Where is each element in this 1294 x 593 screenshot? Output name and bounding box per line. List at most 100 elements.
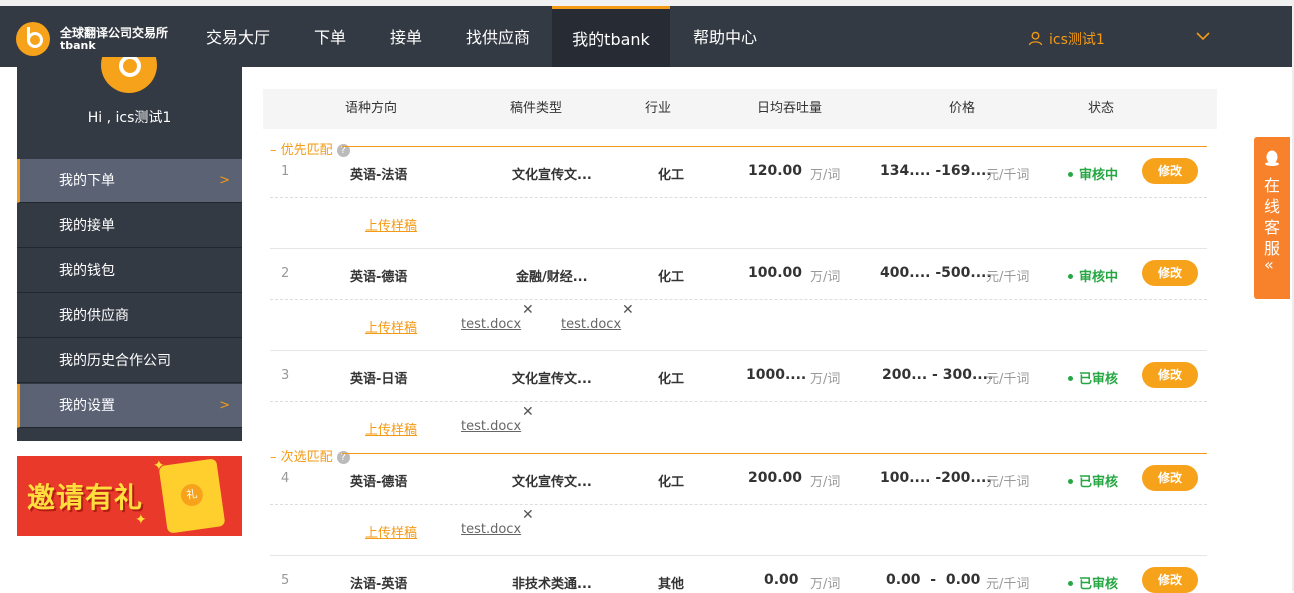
greeting: Hi , ics测试1 [87, 110, 172, 126]
row-index: 5 [281, 573, 290, 588]
row-price-unit: 元/千词 [986, 577, 1030, 592]
row-price-unit: 元/千词 [986, 475, 1030, 490]
row-language: 英语-德语 [350, 270, 408, 285]
avatar [101, 57, 157, 93]
row-language: 英语-法语 [350, 168, 408, 183]
row-industry: 化工 [658, 475, 685, 490]
row-divider [270, 555, 1207, 556]
banner-text: 邀请有礼 [27, 481, 144, 514]
sidebar-item-my-settings[interactable]: 我的设置 > [17, 384, 242, 428]
row-doc-type: 金融/财经... [516, 270, 588, 285]
status-badge: 已审核 [1068, 573, 1118, 592]
edit-button[interactable]: 修改 [1142, 158, 1198, 184]
row-doc-type: 文化宣传文... [512, 372, 592, 387]
row-throughput: 100.00 [748, 265, 803, 281]
upload-sample-link[interactable]: 上传样稿 [365, 215, 417, 234]
row-industry: 化工 [658, 372, 685, 387]
status-badge: 审核中 [1068, 164, 1118, 183]
row-throughput-unit: 万/词 [810, 168, 841, 183]
col-price: 价格 [949, 101, 976, 116]
upload-sample-link[interactable]: 上传样稿 [365, 419, 417, 438]
row-divider [270, 197, 1207, 198]
row-language: 英语-德语 [350, 475, 408, 490]
nav-item-my-tbank[interactable]: 我的tbank [552, 6, 670, 67]
sparkle-icon: ✦ [135, 512, 147, 528]
sidebar-item-label: 我的钱包 [59, 263, 115, 279]
nav-item-help[interactable]: 帮助中心 [680, 6, 770, 67]
col-status: 状态 [1088, 101, 1115, 116]
brand-name-en: tbank [60, 39, 96, 52]
close-icon[interactable]: ✕ [522, 507, 534, 523]
row-price: 200... - 300.... [882, 367, 994, 383]
tbank-logo-icon[interactable] [16, 22, 50, 56]
group-divider [342, 453, 1207, 454]
sidebar-item-label: 我的下单 [59, 173, 115, 189]
sidebar-item-my-wallet[interactable]: 我的钱包 [17, 249, 242, 293]
edit-button[interactable]: 修改 [1142, 567, 1198, 593]
row-price: 100.... -200.... [880, 470, 992, 486]
row-divider [270, 248, 1207, 249]
file-link[interactable]: test.docx [461, 317, 521, 332]
upload-sample-link[interactable]: 上传样稿 [365, 522, 417, 541]
sidebar-item-label: 我的接单 [59, 218, 115, 234]
nav-item-find-supplier[interactable]: 找供应商 [452, 6, 544, 67]
row-throughput: 200.00 [748, 470, 803, 486]
row-divider [270, 350, 1207, 351]
group-divider [342, 146, 1207, 147]
row-throughput: 1000.... [746, 367, 807, 383]
file-link[interactable]: test.docx [461, 419, 521, 434]
nav-item-trading-hall[interactable]: 交易大厅 [192, 6, 284, 67]
online-service-label: 在线客服 [1263, 176, 1280, 258]
row-throughput: 120.00 [748, 163, 803, 179]
user-icon [1028, 31, 1043, 46]
edit-button[interactable]: 修改 [1142, 465, 1198, 491]
row-industry: 其他 [658, 577, 685, 592]
row-divider [270, 401, 1207, 402]
double-chevron-left-icon: « [1264, 255, 1274, 274]
row-throughput-unit: 万/词 [810, 577, 841, 592]
sidebar-item-my-accepted[interactable]: 我的接单 [17, 204, 242, 248]
edit-button[interactable]: 修改 [1142, 260, 1198, 286]
file-link[interactable]: test.docx [461, 522, 521, 537]
chevron-right-icon: > [219, 173, 230, 188]
online-service-tab[interactable]: 在线客服 « [1254, 137, 1290, 299]
close-icon[interactable]: ✕ [522, 302, 534, 318]
chevron-down-icon[interactable] [1196, 31, 1210, 41]
row-price: 400.... -500.... [880, 265, 992, 281]
sidebar-item-history-partners[interactable]: 我的历史合作公司 [17, 339, 242, 383]
sidebar-item-my-orders[interactable]: 我的下单 > [17, 159, 242, 203]
row-price-unit: 元/千词 [986, 372, 1030, 387]
close-icon[interactable]: ✕ [522, 404, 534, 420]
row-divider [270, 299, 1207, 300]
row-price-unit: 元/千词 [986, 270, 1030, 285]
chevron-right-icon: > [219, 398, 230, 413]
sidebar-item-label: 我的历史合作公司 [59, 353, 171, 369]
user-menu[interactable]: ics测试1 [1028, 29, 1105, 49]
user-name: ics测试1 [1049, 32, 1105, 48]
status-badge: 已审核 [1068, 368, 1118, 387]
envelope-seal: 礼 [179, 482, 205, 508]
red-envelope-icon: 礼 [158, 458, 226, 534]
row-price: 0.00 - 0.00 [886, 572, 981, 588]
sidebar: Hi , ics测试1 我的下单 > 我的接单 我的钱包 我的供应商 我的历史合… [17, 57, 242, 441]
row-price-unit: 元/千词 [986, 168, 1030, 183]
upload-sample-link[interactable]: 上传样稿 [365, 317, 417, 336]
close-icon[interactable]: ✕ [622, 302, 634, 318]
sidebar-item-my-suppliers[interactable]: 我的供应商 [17, 294, 242, 338]
invite-banner[interactable]: 邀请有礼 ✦ ✦ 礼 [17, 456, 242, 536]
row-index: 2 [281, 266, 290, 281]
row-price: 134.... -169.... [880, 163, 992, 179]
file-link[interactable]: test.docx [561, 317, 621, 332]
col-language: 语种方向 [345, 101, 398, 116]
group-label-secondary: – 次选匹配? [270, 446, 350, 465]
col-doc-type: 稿件类型 [510, 101, 563, 116]
row-throughput: 0.00 [764, 572, 799, 588]
row-throughput-unit: 万/词 [810, 270, 841, 285]
qq-penguin-icon [1265, 150, 1279, 166]
row-index: 3 [281, 368, 290, 383]
edit-button[interactable]: 修改 [1142, 362, 1198, 388]
nav-item-accept[interactable]: 接单 [374, 6, 438, 67]
nav-item-order[interactable]: 下单 [298, 6, 362, 67]
row-industry: 化工 [658, 270, 685, 285]
status-badge: 审核中 [1068, 266, 1118, 285]
